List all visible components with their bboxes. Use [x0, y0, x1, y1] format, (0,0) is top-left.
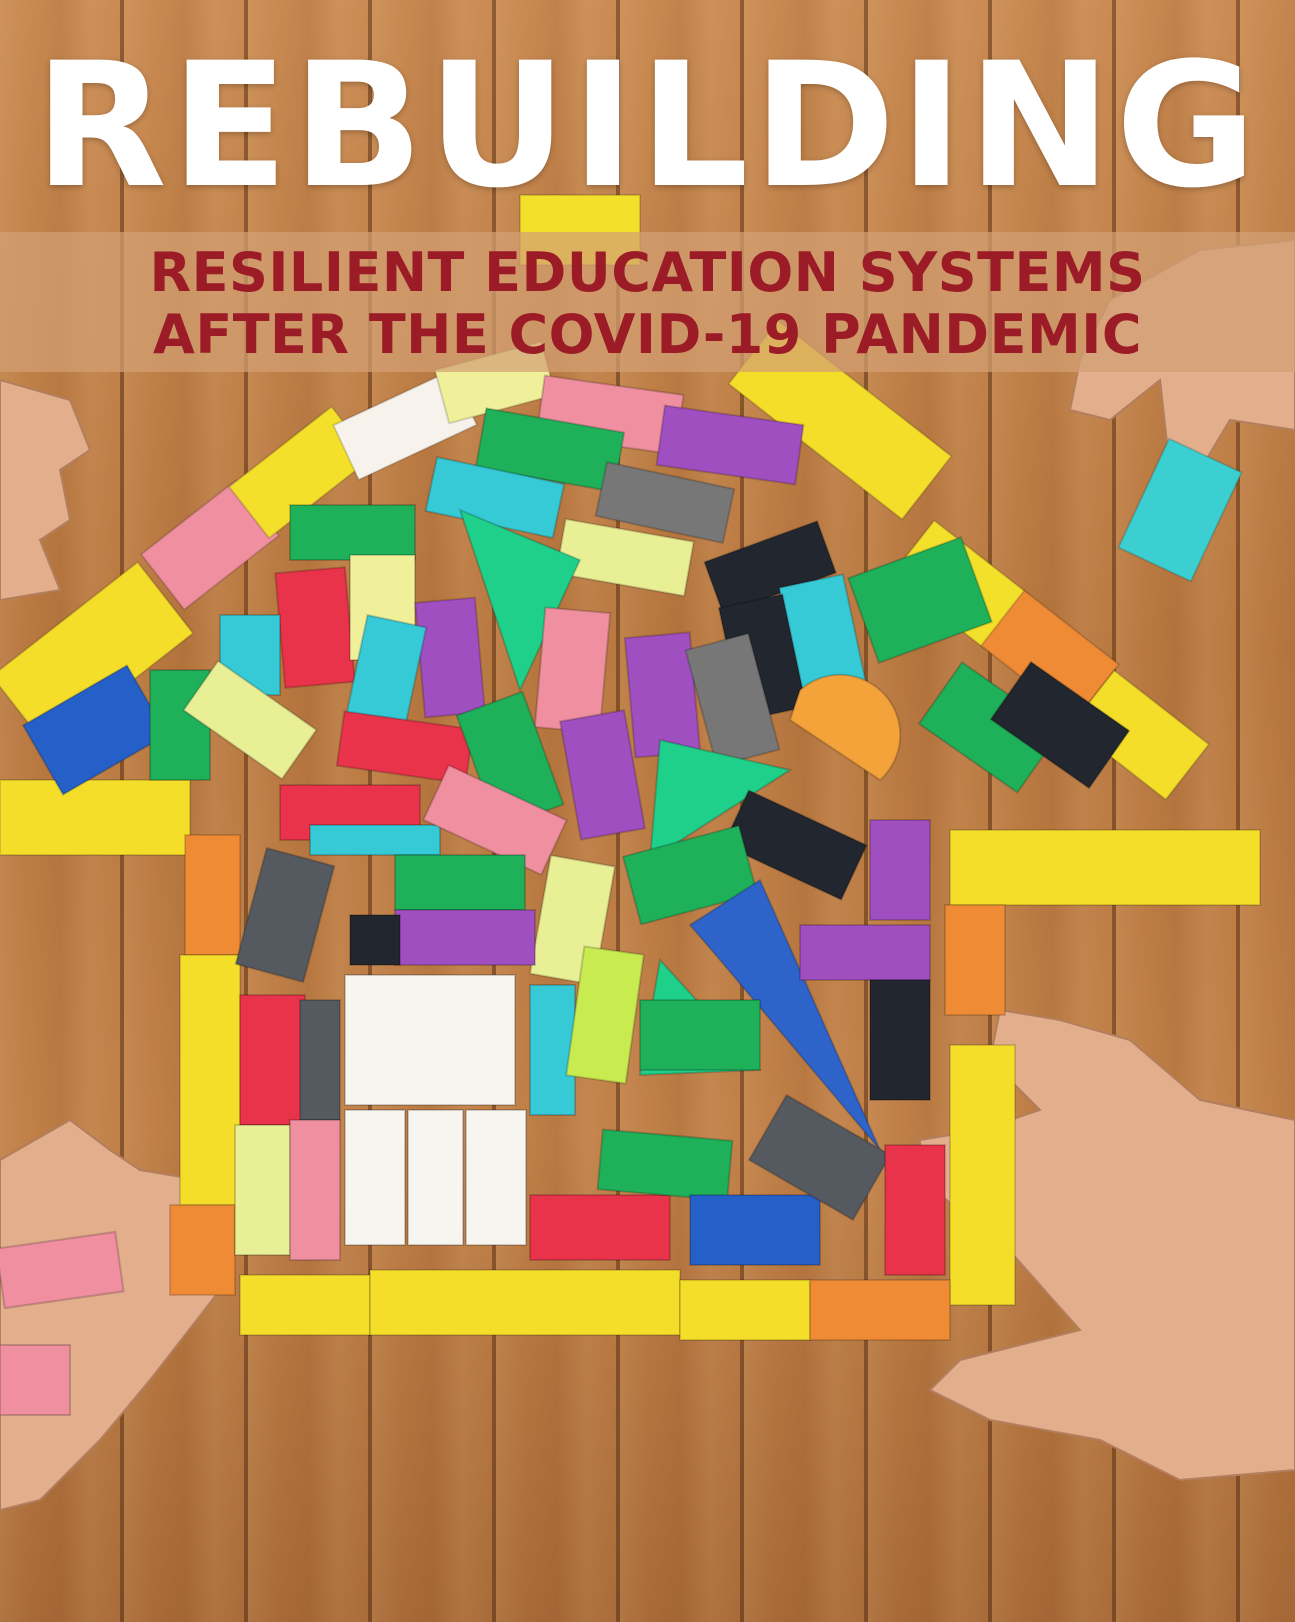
cover-subtitle-line-2: AFTER THE COVID-19 PANDEMIC [153, 303, 1142, 366]
cover-subtitle-line-1: RESILIENT EDUCATION SYSTEMS [149, 241, 1146, 304]
book-cover: REBUILDING RESILIENT EDUCATION SYSTEMS A… [0, 0, 1295, 1622]
cover-title: REBUILDING [34, 25, 1261, 226]
hand-top-left [0, 378, 92, 602]
